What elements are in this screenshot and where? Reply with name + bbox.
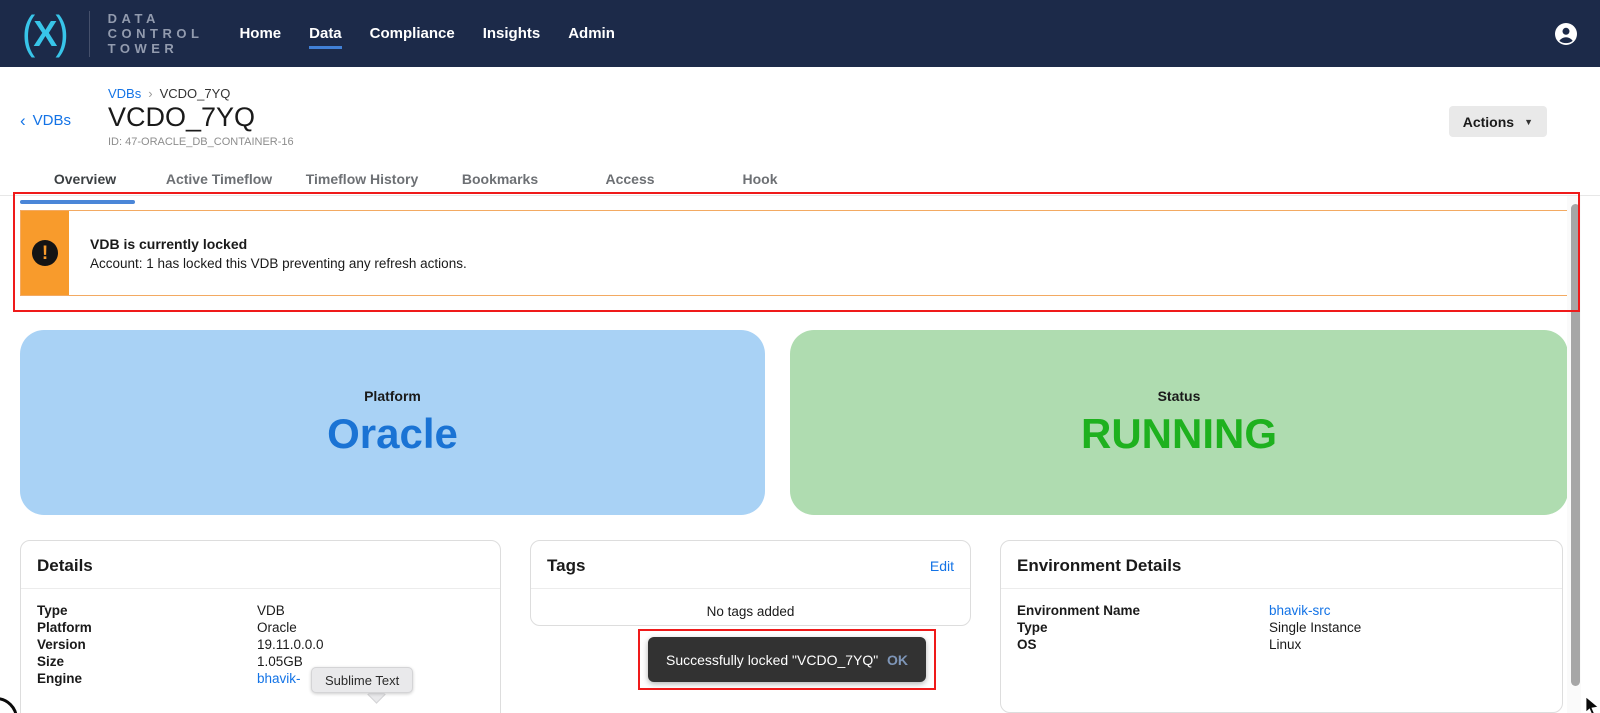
details-value-platform: Oracle [257, 619, 297, 636]
breadcrumb-parent[interactable]: VDBs [108, 86, 141, 101]
nav-item-data[interactable]: Data [309, 19, 342, 49]
engine-link[interactable]: bhavik- [257, 670, 301, 687]
tags-card-title: Tags [547, 556, 585, 576]
annotation-rectangle-alert [13, 192, 1580, 312]
brand-line-2: CONTROL [108, 26, 204, 41]
env-label-os: OS [1017, 636, 1269, 653]
dock-icon-edge [0, 697, 18, 713]
environment-card-title: Environment Details [1017, 556, 1181, 576]
nav-item-admin[interactable]: Admin [568, 19, 615, 49]
brand-divider [89, 11, 90, 57]
nav-item-home[interactable]: Home [239, 19, 281, 49]
tab-overview[interactable]: Overview [20, 163, 150, 195]
mouse-cursor [1583, 696, 1600, 713]
details-label-version: Version [37, 636, 257, 653]
back-chevron-icon: ‹ [20, 113, 26, 128]
tags-edit-link[interactable]: Edit [930, 558, 954, 574]
details-label-engine: Engine [37, 670, 257, 687]
brand-line-3: TOWER [108, 41, 204, 56]
breadcrumb-current: VCDO_7YQ [160, 86, 231, 101]
platform-summary-card: Platform Oracle [20, 330, 765, 515]
tags-card: Tags Edit No tags added [530, 540, 971, 626]
env-label-name: Environment Name [1017, 602, 1269, 619]
details-row-engine: Engine bhavik- [37, 670, 484, 687]
status-card-label: Status [1158, 388, 1201, 404]
details-card: Details Type VDB Platform Oracle Version… [20, 540, 501, 713]
tab-bookmarks[interactable]: Bookmarks [436, 163, 564, 195]
brand-line-1: DATA [108, 11, 204, 26]
tab-timeflow-history[interactable]: Timeflow History [288, 163, 436, 195]
details-row-size: Size 1.05GB [37, 653, 484, 670]
tab-access[interactable]: Access [564, 163, 696, 195]
nav-item-insights[interactable]: Insights [483, 19, 541, 49]
brand-wordmark: DATA CONTROL TOWER [108, 11, 204, 56]
back-link-label: VDBs [33, 112, 71, 129]
top-nav-bar: (X) DATA CONTROL TOWER Home Data Complia… [0, 0, 1600, 67]
env-label-type: Type [1017, 619, 1269, 636]
page-title: VCDO_7YQ [108, 102, 255, 133]
tab-active-timeflow[interactable]: Active Timeflow [150, 163, 288, 195]
env-value-os: Linux [1269, 636, 1301, 653]
os-tooltip: Sublime Text [311, 667, 413, 693]
details-label-platform: Platform [37, 619, 257, 636]
env-row-os: OS Linux [1017, 636, 1546, 653]
actions-button-label: Actions [1463, 114, 1514, 130]
tags-empty-text: No tags added [531, 589, 970, 619]
annotation-rectangle-toast [638, 629, 936, 690]
details-row-platform: Platform Oracle [37, 619, 484, 636]
actions-button[interactable]: Actions ▼ [1449, 106, 1547, 137]
primary-nav: Home Data Compliance Insights Admin [239, 19, 614, 49]
details-row-type: Type VDB [37, 602, 484, 619]
platform-card-label: Platform [364, 388, 421, 404]
back-to-vdbs-link[interactable]: ‹ VDBs [20, 112, 71, 129]
breadcrumb-separator-icon: › [148, 86, 152, 101]
details-value-type: VDB [257, 602, 285, 619]
details-label-size: Size [37, 653, 257, 670]
environment-name-link[interactable]: bhavik-src [1269, 602, 1331, 619]
user-account-icon[interactable] [1554, 22, 1578, 46]
env-row-type: Type Single Instance [1017, 619, 1546, 636]
vdb-id-label: ID: 47-ORACLE_DB_CONTAINER-16 [108, 136, 294, 148]
status-card-value: RUNNING [1081, 410, 1277, 458]
breadcrumb: VDBs › VCDO_7YQ [108, 86, 230, 101]
status-summary-card: Status RUNNING [790, 330, 1568, 515]
platform-card-value: Oracle [327, 410, 458, 458]
dct-logo-icon: (X) [22, 11, 67, 56]
caret-down-icon: ▼ [1524, 117, 1533, 127]
details-value-size: 1.05GB [257, 653, 303, 670]
tab-hook[interactable]: Hook [696, 163, 824, 195]
details-row-version: Version 19.11.0.0.0 [37, 636, 484, 653]
env-row-name: Environment Name bhavik-src [1017, 602, 1546, 619]
environment-details-card: Environment Details Environment Name bha… [1000, 540, 1563, 713]
nav-item-compliance[interactable]: Compliance [370, 19, 455, 49]
details-card-title: Details [37, 556, 93, 576]
details-value-version: 19.11.0.0.0 [257, 636, 324, 653]
env-value-type: Single Instance [1269, 619, 1361, 636]
details-label-type: Type [37, 602, 257, 619]
